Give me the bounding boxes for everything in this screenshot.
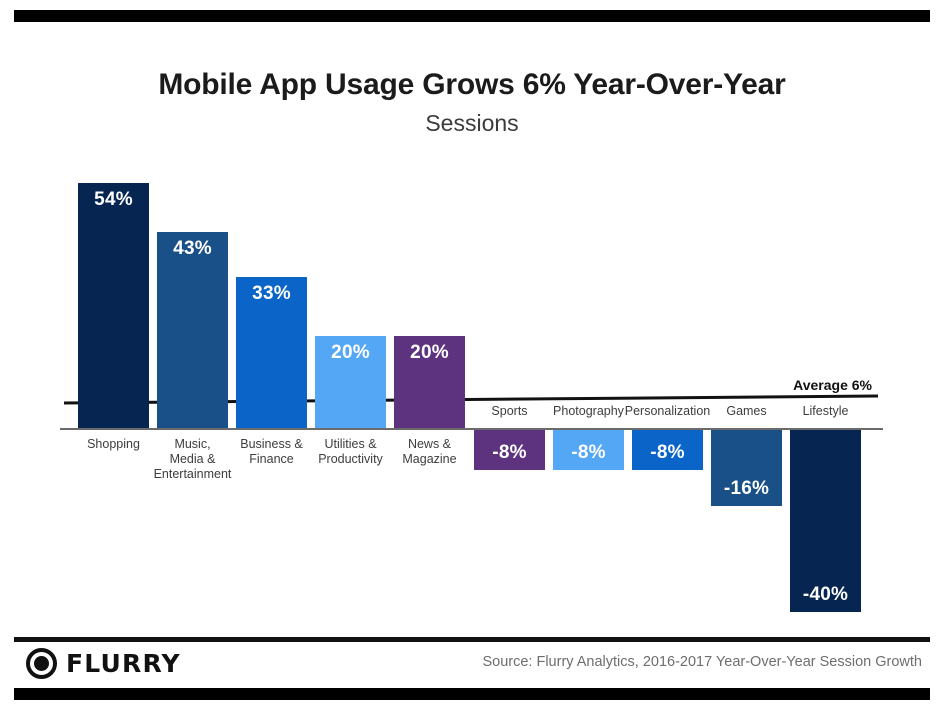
bar-value-label: 20% bbox=[410, 342, 449, 363]
bar-value-label: -8% bbox=[492, 442, 527, 463]
category-label: Shopping bbox=[69, 437, 158, 452]
bar-value-label: -40% bbox=[802, 584, 849, 605]
target-circle-icon bbox=[26, 648, 57, 679]
category-label-line: News & bbox=[407, 437, 452, 451]
bar-value-label: -8% bbox=[571, 442, 606, 463]
bar-value-label: 33% bbox=[252, 283, 291, 304]
bar: 20% bbox=[394, 336, 465, 428]
category-label: Personalization bbox=[623, 404, 712, 419]
bar: -40% bbox=[790, 430, 861, 612]
footer-divider bbox=[14, 637, 930, 642]
category-label: Music, Media & Entertainment bbox=[148, 437, 237, 482]
category-label: Utilities & Productivity bbox=[306, 437, 395, 467]
category-label-line: Magazine bbox=[402, 452, 457, 466]
category-label-line: Productivity bbox=[318, 452, 383, 466]
bar-value-label: -16% bbox=[723, 478, 770, 499]
category-label: Lifestyle bbox=[781, 404, 870, 419]
category-label: Games bbox=[702, 404, 791, 419]
category-label-line: Finance bbox=[249, 452, 294, 466]
bar-value-label: 20% bbox=[331, 342, 370, 363]
bar-value-label: 54% bbox=[94, 189, 133, 210]
bar-value-label: 43% bbox=[173, 238, 212, 259]
bar: -8% bbox=[553, 430, 624, 470]
slide-canvas: Mobile App Usage Grows 6% Year-Over-Year… bbox=[0, 0, 944, 710]
logo-wordmark: FLURRY bbox=[66, 649, 181, 678]
category-label-line: Music, bbox=[174, 437, 211, 451]
bar-value-label: -8% bbox=[650, 442, 685, 463]
bar: 33% bbox=[236, 277, 307, 428]
category-label: News & Magazine bbox=[385, 437, 474, 467]
category-label-line: Media & bbox=[169, 452, 216, 466]
category-label: Business & Finance bbox=[227, 437, 316, 467]
source-caption: Source: Flurry Analytics, 2016-2017 Year… bbox=[482, 654, 922, 670]
category-label: Sports bbox=[465, 404, 554, 419]
category-label-line: Sports bbox=[491, 404, 528, 418]
bar: -8% bbox=[632, 430, 703, 470]
category-label-line: Personalization bbox=[624, 404, 711, 418]
bar: 20% bbox=[315, 336, 386, 428]
bottom-frame-rule bbox=[14, 688, 930, 700]
category-label-line: Photography bbox=[553, 404, 624, 418]
bar: -8% bbox=[474, 430, 545, 470]
category-label-line: Entertainment bbox=[153, 467, 232, 481]
category-label-line: Business & bbox=[240, 437, 303, 451]
bar: 43% bbox=[157, 232, 228, 428]
category-label-line: Utilities & bbox=[324, 437, 377, 451]
bar: 54% bbox=[78, 183, 149, 428]
average-label: Average 6% bbox=[793, 377, 872, 393]
bar: -16% bbox=[711, 430, 782, 506]
category-label-line: Games bbox=[726, 404, 767, 418]
bar-chart: Average 6% 54% Shopping 43% Music, Media & En… bbox=[0, 0, 944, 710]
category-label-line: Lifestyle bbox=[802, 404, 849, 418]
category-label: Photography bbox=[544, 404, 633, 419]
flurry-logo: FLURRY bbox=[26, 648, 181, 679]
category-label-line: Shopping bbox=[87, 437, 140, 451]
